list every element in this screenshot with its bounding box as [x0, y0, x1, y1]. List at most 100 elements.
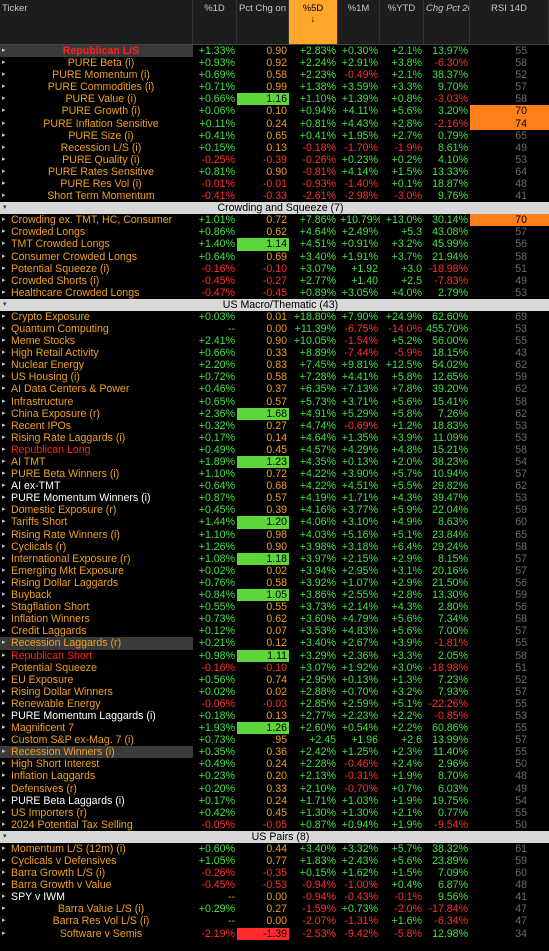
ticker-name[interactable]: Rising Rate Winners (i) — [11, 529, 191, 541]
expand-arrow-icon[interactable]: ▸ — [2, 529, 11, 541]
ticker-name[interactable]: US Importers (r) — [11, 807, 191, 819]
table-row[interactable]: ▸ PURE Beta Laggards (i) +0.17% 0.24 +1.71% +… — [0, 795, 549, 807]
ticker-name[interactable]: Emerging Mkt Exposure — [11, 565, 191, 577]
expand-arrow-icon[interactable]: ▸ — [2, 154, 11, 166]
expand-arrow-icon[interactable]: ▸ — [2, 734, 11, 746]
ticker-name[interactable]: Magnificent 7 — [11, 722, 191, 734]
ticker-name[interactable]: Momentum L/S (12m) (i) — [11, 843, 191, 855]
expand-arrow-icon[interactable]: ▸ — [2, 178, 11, 190]
table-row[interactable]: ▸ Renewable Energy -0.06% -0.03 +2.85% +2.59%… — [0, 698, 549, 710]
expand-arrow-icon[interactable]: ▸ — [2, 915, 11, 927]
expand-arrow-icon[interactable]: ▸ — [2, 311, 11, 323]
ticker-name[interactable]: Custom S&P ex-Mag. 7 (i) — [11, 734, 191, 746]
expand-arrow-icon[interactable]: ▸ — [2, 722, 11, 734]
expand-arrow-icon[interactable]: ▸ — [2, 420, 11, 432]
table-row[interactable]: ▸ Consumer Crowded Longs +0.64% 0.69 +3.40% +… — [0, 251, 549, 263]
expand-arrow-icon[interactable]: ▸ — [2, 674, 11, 686]
group-header[interactable]: ▾ US Macro/Thematic (43) — [0, 298, 549, 311]
ticker-name[interactable]: Barra Growth v Value — [11, 879, 191, 891]
col-ticker[interactable]: Ticker — [0, 0, 193, 44]
expand-arrow-icon[interactable]: ▸ — [2, 686, 11, 698]
collapse-arrow-icon[interactable]: ▾ — [0, 831, 12, 843]
table-row[interactable]: ▸ Barra Growth L/S (i) -0.26% -0.35 +0.15% +1… — [0, 867, 549, 879]
table-row[interactable]: ▸ Rising Rate Laggards (i) +0.17% 0.14 +4.64… — [0, 432, 549, 444]
group-header[interactable]: ▾ US Pairs (8) — [0, 830, 549, 843]
ticker-name[interactable]: Quantum Computing — [11, 323, 191, 335]
ticker-name[interactable]: PURE Value (i) — [11, 93, 191, 105]
ticker-name[interactable]: Renewable Energy — [11, 698, 191, 710]
ticker-name[interactable]: Recession L/S (i) — [11, 142, 191, 154]
table-row[interactable]: ▸ Recent IPOs +0.32% 0.27 +4.74% -0.69% +1.2% 1… — [0, 420, 549, 432]
expand-arrow-icon[interactable]: ▸ — [2, 903, 11, 915]
table-row[interactable]: ▸ Barra Value L/S (i) +0.29% 0.27 -1.59% +0.7… — [0, 903, 549, 915]
ticker-name[interactable]: Cyclicals v Defensives — [11, 855, 191, 867]
table-row[interactable]: ▸ PURE Inflation Sensitive +0.11% 0.24 +0.81… — [0, 117, 549, 130]
ticker-name[interactable]: Healthcare Crowded Longs — [11, 287, 191, 299]
table-row[interactable]: ▸ Rising Rate Winners (i) +1.10% 0.98 +4.03%… — [0, 529, 549, 541]
ticker-name[interactable]: PURE Momentum Winners (i) — [11, 492, 191, 504]
collapse-arrow-icon[interactable]: ▾ — [0, 299, 12, 311]
expand-arrow-icon[interactable]: ▸ — [2, 879, 11, 891]
expand-arrow-icon[interactable]: ▸ — [2, 783, 11, 795]
table-row[interactable]: ▸ TMT Crowded Longs +1.40% 1.14 +4.51% +0.91%… — [0, 238, 549, 251]
table-row[interactable]: ▸ Emerging Mkt Exposure +0.02% 0.02 +3.94% +2… — [0, 565, 549, 577]
expand-arrow-icon[interactable]: ▸ — [2, 190, 11, 202]
ticker-name[interactable]: China Exposure (r) — [11, 408, 191, 420]
ticker-name[interactable]: US Housing (i) — [11, 371, 191, 383]
col-5d-sorted[interactable]: %5D ↓ — [289, 0, 338, 44]
col-1m[interactable]: %1M — [338, 0, 380, 44]
table-row[interactable]: ▸ Republican Short +0.98% 1.11 +3.29% +2.36% +… — [0, 649, 549, 662]
ticker-name[interactable]: International Exposure (r) — [11, 553, 191, 565]
ticker-name[interactable]: PURE Inflation Sensitive — [11, 118, 191, 130]
table-row[interactable]: ▸ SPY v IWM -- 0.00 -0.94% -0.43% -0.1% 9.56% 41 — [0, 891, 549, 903]
table-row[interactable]: ▸ Rising Dollar Laggards +0.76% 0.58 +3.92% +… — [0, 577, 549, 589]
expand-arrow-icon[interactable]: ▸ — [2, 287, 11, 299]
expand-arrow-icon[interactable]: ▸ — [2, 57, 11, 69]
expand-arrow-icon[interactable]: ▸ — [2, 867, 11, 879]
expand-arrow-icon[interactable]: ▸ — [2, 142, 11, 154]
ticker-name[interactable]: Recession Winners (i) — [11, 746, 191, 758]
table-row[interactable]: ▸ Quantum Computing -- 0.00 +11.39% -6.75% -14… — [0, 323, 549, 335]
expand-arrow-icon[interactable]: ▸ — [2, 928, 11, 940]
table-row[interactable]: ▸ Custom S&P ex-Mag. 7 (i) +0.73% .95 +2.45 +… — [0, 734, 549, 746]
expand-arrow-icon[interactable]: ▸ — [2, 553, 11, 565]
ticker-name[interactable]: Barra Res Vol L/S (i) — [11, 915, 191, 927]
expand-arrow-icon[interactable]: ▸ — [2, 166, 11, 178]
ticker-name[interactable]: Domestic Exposure (r) — [11, 504, 191, 516]
expand-arrow-icon[interactable]: ▸ — [2, 93, 11, 105]
table-row[interactable]: ▸ High Short Interest +0.49% 0.24 +2.28% -0.4… — [0, 758, 549, 770]
table-row[interactable]: ▸ Barra Res Vol L/S (i) -- 0.00 -2.07% -1.31%… — [0, 915, 549, 927]
expand-arrow-icon[interactable]: ▸ — [2, 855, 11, 867]
expand-arrow-icon[interactable]: ▸ — [2, 275, 11, 287]
ticker-name[interactable]: Software v Semis — [11, 928, 191, 940]
ticker-name[interactable]: Nuclear Energy — [11, 359, 191, 371]
ticker-name[interactable]: Stagflation Short — [11, 601, 191, 613]
table-row[interactable]: ▸ Recession Winners (i) +0.35% 0.36 +2.42% +1… — [0, 746, 549, 759]
table-row[interactable]: ▸ Defensives (r) +0.20% 0.33 +2.10% -0.70% +0.… — [0, 783, 549, 795]
table-row[interactable]: ▸ Credit Laggards +0.12% 0.07 +3.53% +4.83% +5… — [0, 625, 549, 637]
ticker-name[interactable]: Defensives (r) — [11, 783, 191, 795]
ticker-name[interactable]: PURE Momentum Laggards (i) — [11, 710, 191, 722]
expand-arrow-icon[interactable]: ▸ — [2, 577, 11, 589]
ticker-name[interactable]: Potential Squeeze (i) — [11, 263, 191, 275]
expand-arrow-icon[interactable]: ▸ — [2, 335, 11, 347]
table-row[interactable]: ▸ PURE Commodities (i) +0.71% 0.99 +1.38% +3.… — [0, 81, 549, 93]
expand-arrow-icon[interactable]: ▸ — [2, 130, 11, 142]
expand-arrow-icon[interactable]: ▸ — [2, 516, 11, 528]
collapse-arrow-icon[interactable]: ▾ — [0, 202, 12, 214]
expand-arrow-icon[interactable]: ▸ — [2, 613, 11, 625]
ticker-name[interactable]: Recent IPOs — [11, 420, 191, 432]
ticker-name[interactable]: Recession Laggards (r) — [11, 637, 191, 649]
ticker-name[interactable]: Crowded Longs — [11, 226, 191, 238]
ticker-name[interactable]: PURE Momentum (i) — [11, 69, 191, 81]
ticker-name[interactable]: Republican Long — [11, 444, 191, 456]
table-row[interactable]: ▸ Healthcare Crowded Longs -0.47% -0.45 +0.8… — [0, 287, 549, 299]
ticker-name[interactable]: Buyback — [11, 589, 191, 601]
ticker-name[interactable]: PURE Beta (i) — [11, 57, 191, 69]
ticker-name[interactable]: Cyclicals (r) — [11, 541, 191, 553]
expand-arrow-icon[interactable]: ▸ — [2, 81, 11, 93]
expand-arrow-icon[interactable]: ▸ — [2, 45, 11, 57]
ticker-name[interactable]: TMT Crowded Longs — [11, 238, 191, 250]
ticker-name[interactable]: Short Term Momentum — [11, 190, 191, 202]
expand-arrow-icon[interactable]: ▸ — [2, 432, 11, 444]
